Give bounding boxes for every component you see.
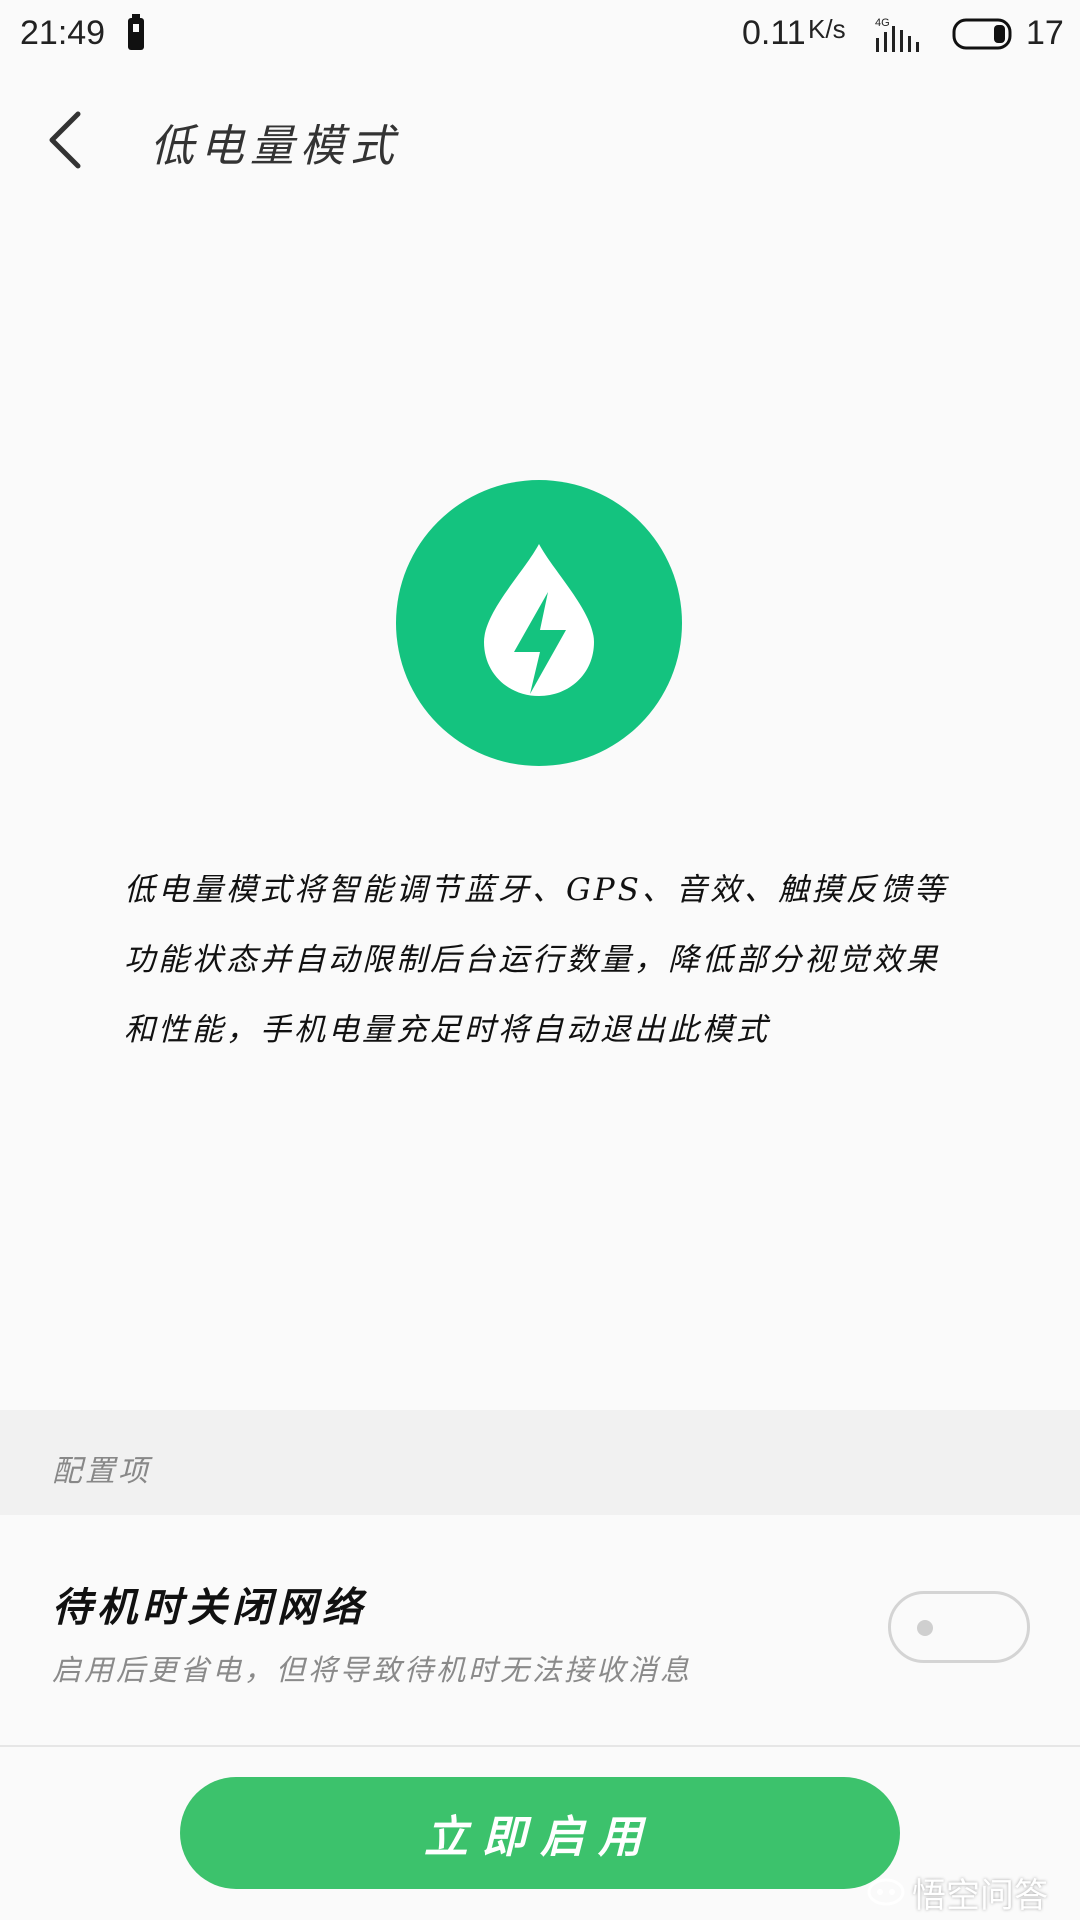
header: 低电量模式 bbox=[0, 72, 1080, 202]
battery-icon bbox=[952, 18, 1016, 50]
network-type-label: 4G bbox=[875, 17, 890, 29]
watermark-text: 悟空问答 bbox=[912, 1877, 1048, 1915]
enable-now-button[interactable]: 立即启用 bbox=[180, 1777, 900, 1889]
setting-row-standby-network[interactable]: 待机时关闭网络 启用后更省电，但将导致待机时无法接收消息 bbox=[0, 1515, 1080, 1747]
net-speed: 0.11 bbox=[742, 14, 806, 52]
back-button[interactable] bbox=[34, 102, 98, 178]
setting-title: 待机时关闭网络 bbox=[52, 1584, 367, 1631]
toggle-knob bbox=[917, 1620, 933, 1636]
charging-icon bbox=[126, 14, 146, 52]
lightning-drop-icon bbox=[396, 480, 682, 766]
config-section-header: 配置项 bbox=[0, 1410, 1080, 1515]
wukong-logo-icon bbox=[867, 1878, 905, 1906]
net-speed-unit: K/s bbox=[808, 14, 846, 44]
page-title: 低电量模式 bbox=[150, 121, 400, 172]
battery-level: 17 bbox=[1026, 14, 1064, 52]
signal-icon: 4G bbox=[872, 14, 922, 54]
section-title: 配置项 bbox=[52, 1454, 151, 1489]
setting-subtitle: 启用后更省电，但将导致待机时无法接收消息 bbox=[52, 1653, 693, 1687]
standby-network-toggle[interactable] bbox=[888, 1591, 1030, 1663]
status-time: 21:49 bbox=[20, 14, 106, 52]
mode-description: 低电量模式将智能调节蓝牙、GPS、音效、触摸反馈等功能状态并自动限制后台运行数量… bbox=[124, 872, 948, 1048]
status-bar: 21:49 0.11 K/s 4G 17 bbox=[0, 0, 1080, 72]
chevron-left-icon bbox=[49, 111, 81, 169]
watermark: 悟空问答 bbox=[860, 1864, 1070, 1915]
